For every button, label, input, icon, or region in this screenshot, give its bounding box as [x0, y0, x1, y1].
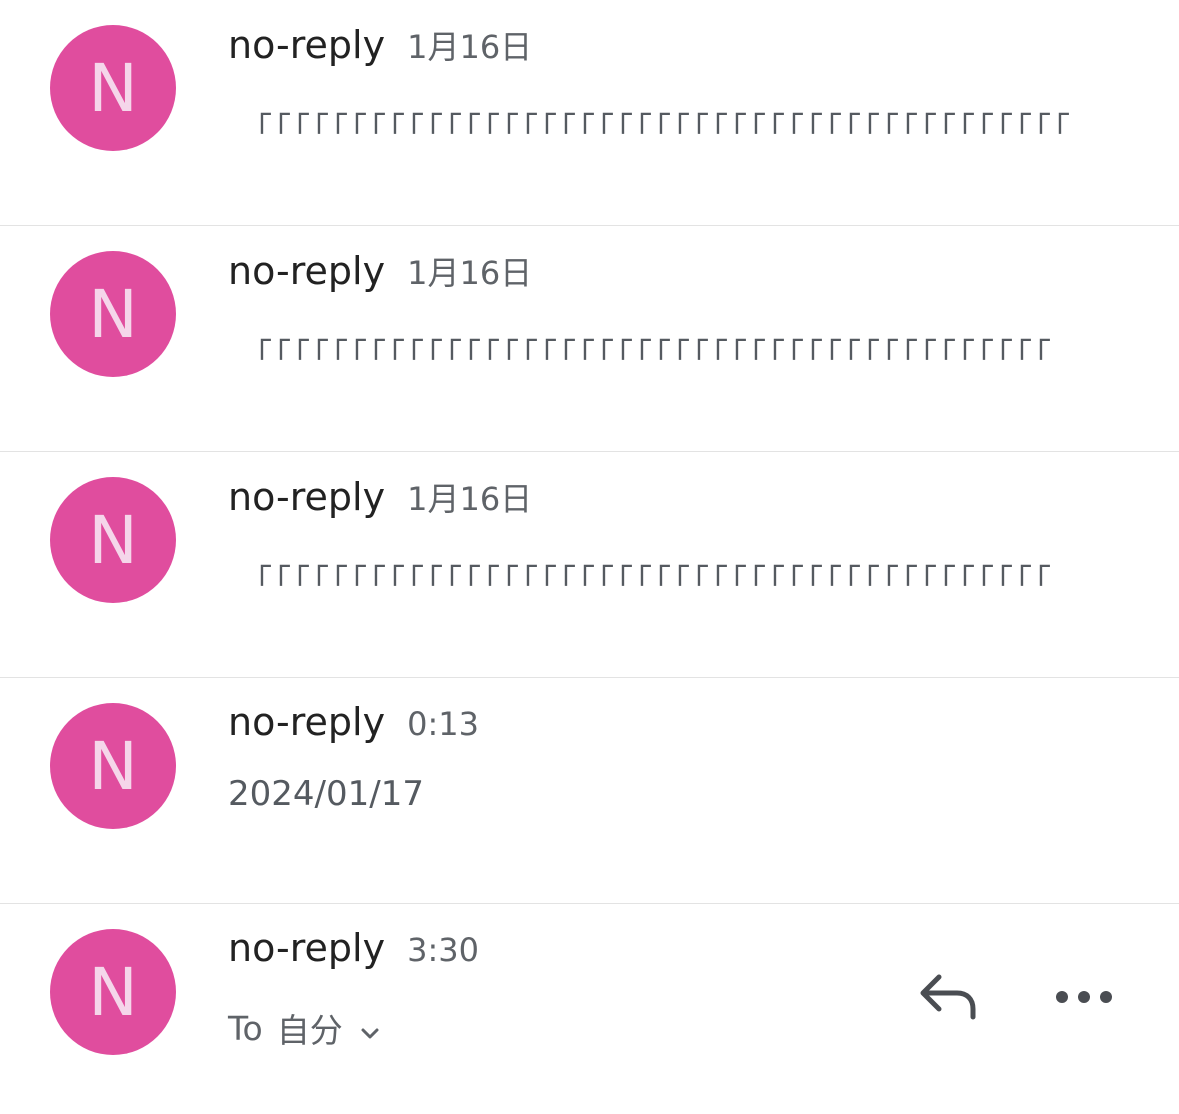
- message-time: 1月16日: [407, 480, 533, 518]
- email-thread: N no-reply 1月16日 「「「「「「「「「「「「「「「「「「「「「「「「…: [0, 0, 1179, 1114]
- collapsed-message[interactable]: N no-reply 0:13 2024/01/17: [0, 678, 1179, 904]
- avatar[interactable]: N: [50, 477, 176, 603]
- chevron-down-icon[interactable]: [357, 1015, 383, 1041]
- message-header: no-reply 1月16日: [228, 22, 532, 68]
- sender-name: no-reply: [228, 249, 386, 293]
- avatar-letter: N: [88, 276, 138, 353]
- sender-name: no-reply: [228, 926, 386, 970]
- sender-name: no-reply: [228, 23, 386, 67]
- message-time: 1月16日: [407, 254, 533, 292]
- message-header: no-reply 0:13: [228, 700, 479, 744]
- message-snippet: 「「「「「「「「「「「「「「「「「「「「「「「「「「「「「「「「「「「「「「「「…: [240, 110, 1074, 148]
- avatar[interactable]: N: [50, 25, 176, 151]
- message-header: no-reply 1月16日: [228, 474, 532, 520]
- message-time: 1月16日: [407, 28, 533, 66]
- avatar[interactable]: N: [50, 251, 176, 377]
- recipient-name: 自分: [276, 1011, 343, 1050]
- sender-name: no-reply: [228, 700, 386, 744]
- avatar-letter: N: [88, 728, 138, 805]
- message-time: 0:13: [407, 705, 479, 743]
- message-actions: [913, 964, 1119, 1034]
- collapsed-message[interactable]: N no-reply 1月16日 「「「「「「「「「「「「「「「「「「「「「「「「…: [0, 0, 1179, 226]
- avatar-letter: N: [88, 50, 138, 127]
- avatar[interactable]: N: [50, 703, 176, 829]
- avatar[interactable]: N: [50, 929, 176, 1055]
- to-label: To: [228, 1008, 263, 1048]
- recipient-details-toggle[interactable]: To 自分: [228, 1004, 383, 1052]
- avatar-letter: N: [88, 954, 138, 1031]
- reply-button[interactable]: [913, 964, 983, 1034]
- message-header: no-reply 1月16日: [228, 248, 532, 294]
- message-header: no-reply 3:30: [228, 926, 479, 970]
- more-options-button[interactable]: [1049, 964, 1119, 1034]
- sender-name: no-reply: [228, 475, 386, 519]
- reply-icon: [917, 971, 979, 1028]
- message-snippet: 「「「「「「「「「「「「「「「「「「「「「「「「「「「「「「「「「「「「「「「「…: [240, 336, 1055, 374]
- message-snippet: 「「「「「「「「「「「「「「「「「「「「「「「「「「「「「「「「「「「「「「「「…: [240, 562, 1055, 600]
- message-time: 3:30: [407, 931, 479, 969]
- expanded-message-header[interactable]: N no-reply 3:30 To 自分: [0, 904, 1179, 1114]
- avatar-letter: N: [88, 502, 138, 579]
- collapsed-message[interactable]: N no-reply 1月16日 「「「「「「「「「「「「「「「「「「「「「「「「…: [0, 452, 1179, 678]
- collapsed-message[interactable]: N no-reply 1月16日 「「「「「「「「「「「「「「「「「「「「「「「「…: [0, 226, 1179, 452]
- message-snippet: 2024/01/17: [228, 774, 424, 814]
- more-horizontal-icon: [1054, 989, 1114, 1010]
